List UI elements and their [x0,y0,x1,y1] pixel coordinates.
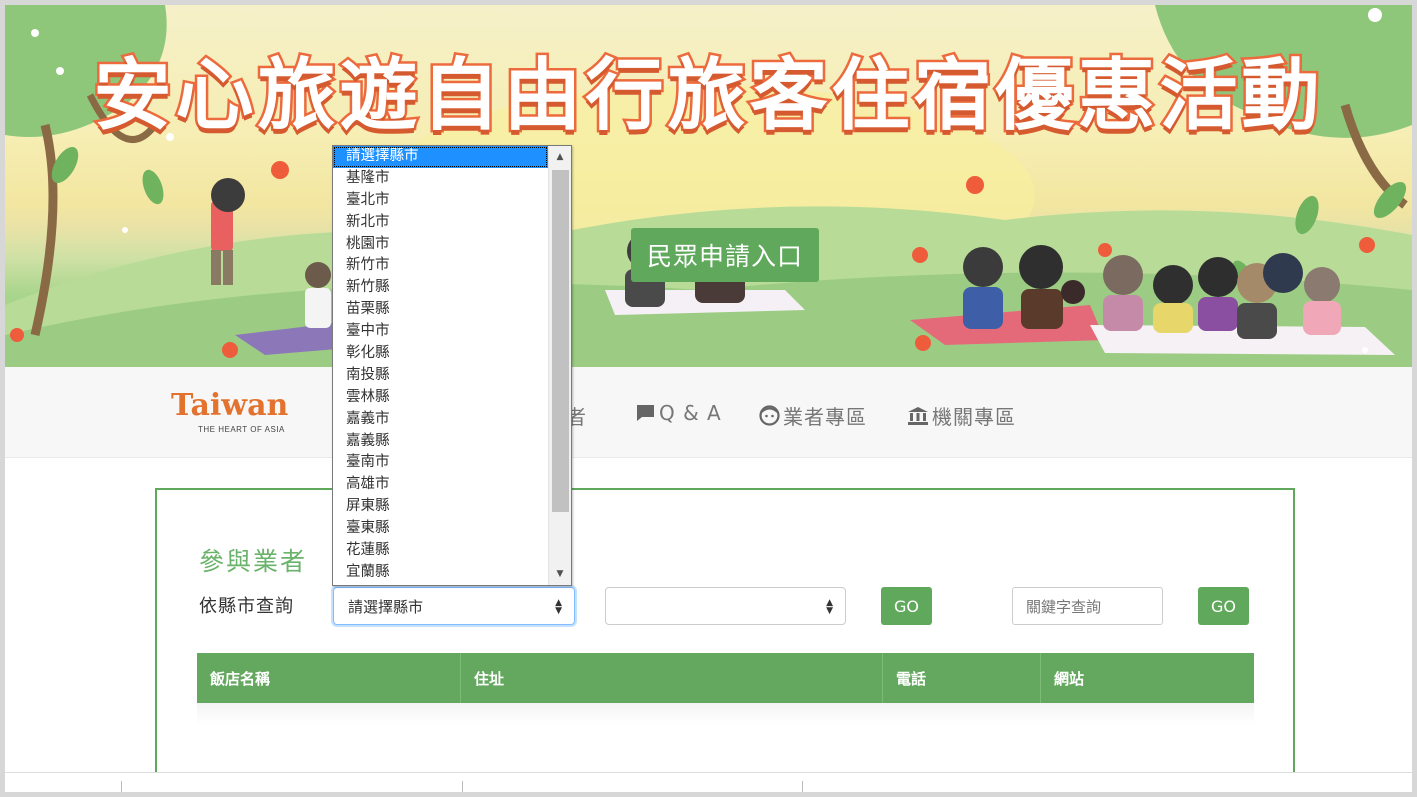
apply-entry-button[interactable]: 民眾申請入口 [631,228,819,282]
dropdown-option[interactable]: 臺東縣 [333,518,548,540]
dropdown-option[interactable]: 新竹縣 [333,277,548,299]
bank-icon [908,406,928,425]
dropdown-option[interactable]: 臺中市 [333,321,548,343]
col-phone: 電話 [883,653,1041,703]
participants-panel: 參與業者 依縣市查詢 請選擇縣市 ▲ ▼ ▲ ▼ GO 關鍵字查詢 GO 飯店名稱 … [155,488,1295,792]
dropdown-option[interactable]: 新竹市 [333,255,548,277]
dropdown-option[interactable]: 請選擇縣市 [333,146,548,168]
dropdown-option[interactable]: 雲林縣 [333,387,548,409]
district-select[interactable]: ▲ ▼ [605,587,846,625]
dropdown-option[interactable]: 嘉義市 [333,409,548,431]
taiwan-logo[interactable]: Taiwan THE HEART OF ASIA [171,388,289,435]
dropdown-option[interactable]: 苗栗縣 [333,299,548,321]
divider [121,781,122,792]
filter-label: 依縣市查詢 [199,596,294,617]
dropdown-option[interactable]: 高雄市 [333,474,548,496]
keyword-go-button[interactable]: GO [1198,587,1249,625]
top-navbar: Taiwan THE HEART OF ASIA 參與業者 Q & A 業者專區 [5,367,1412,458]
table-body [197,703,1254,725]
nav-vendor-zone-label: 業者專區 [783,405,867,429]
dropdown-scrollbar[interactable]: ▲ ▼ [548,146,571,585]
nav-agency-zone[interactable]: 機關專區 [907,401,1016,430]
city-select-value: 請選擇縣市 [348,597,424,616]
select-arrows-icon: ▲ ▼ [826,598,833,616]
dropdown-option[interactable]: 臺北市 [333,190,548,212]
logo-tagline: THE HEART OF ASIA [198,425,285,434]
dropdown-option[interactable]: 南投縣 [333,365,548,387]
dropdown-option[interactable]: 臺南市 [333,452,548,474]
browser-viewport: 安心旅遊自由行旅客住宿優惠活動 民眾申請入口 Taiwan THE HEART … [5,5,1412,792]
city-go-button[interactable]: GO [881,587,932,625]
scroll-down-icon[interactable]: ▼ [549,563,571,585]
dropdown-option[interactable]: 新北市 [333,212,548,234]
col-website: 網站 [1054,669,1085,688]
divider [802,781,803,792]
select-arrows-icon: ▲ ▼ [555,598,562,616]
dropdown-options: 請選擇縣市 基隆市 臺北市 新北市 桃園市 新竹市 新竹縣 苗栗縣 臺中市 彰化縣 南投縣 雲林縣 嘉義… [333,146,571,584]
dropdown-option[interactable]: 桃園市 [333,234,548,256]
hero-banner: 安心旅遊自由行旅客住宿優惠活動 民眾申請入口 [5,5,1412,367]
banner-title: 安心旅遊自由行旅客住宿優惠活動 [91,49,1324,144]
dropdown-option[interactable]: 彰化縣 [333,343,548,365]
dropdown-option[interactable]: 宜蘭縣 [333,562,548,584]
keyword-input[interactable]: 關鍵字查詢 [1012,587,1163,625]
logo-word: Taiwan [171,388,289,423]
nav-vendor-zone[interactable]: 業者專區 [759,401,867,430]
table-header: 飯店名稱 住址 電話 網站 [197,653,1254,703]
dropdown-option[interactable]: 花蓮縣 [333,540,548,562]
dropdown-option[interactable]: 屏東縣 [333,496,548,518]
col-address: 住址 [461,653,883,703]
city-select[interactable]: 請選擇縣市 ▲ ▼ [333,587,575,625]
nav-qa-label: Q & A [659,401,722,425]
nav-qa[interactable]: Q & A [635,401,722,425]
footer-strip [5,772,1412,792]
face-icon [759,405,780,426]
scroll-up-icon[interactable]: ▲ [549,146,571,168]
city-dropdown-list[interactable]: 請選擇縣市 基隆市 臺北市 新北市 桃園市 新竹市 新竹縣 苗栗縣 臺中市 彰化縣 南投縣 雲林縣 嘉義… [332,145,572,586]
dropdown-option[interactable]: 基隆市 [333,168,548,190]
col-hotel-name: 飯店名稱 [197,653,461,703]
section-title: 參與業者 [199,547,308,576]
divider [462,781,463,792]
dropdown-option[interactable]: 嘉義縣 [333,431,548,453]
comment-icon [637,405,654,421]
scroll-thumb[interactable] [552,170,569,512]
nav-agency-zone-label: 機關專區 [932,405,1016,429]
